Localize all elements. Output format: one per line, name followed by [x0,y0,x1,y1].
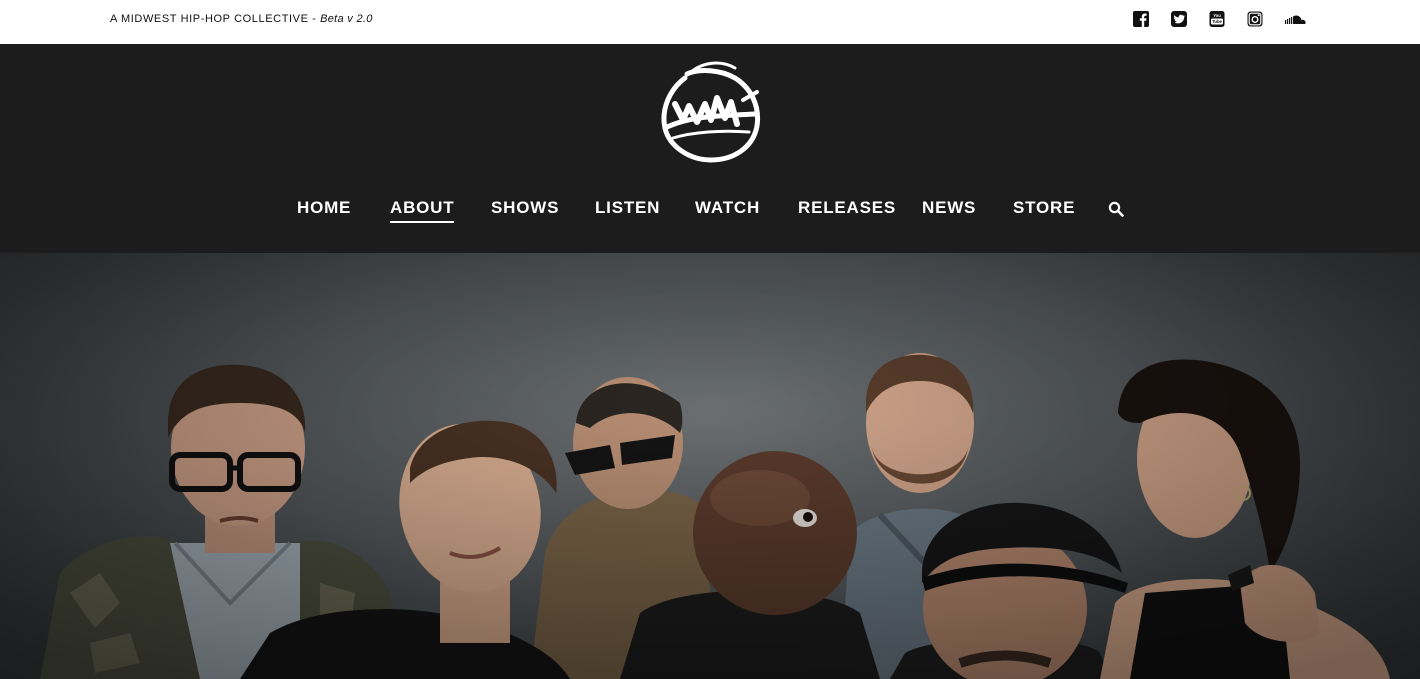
svg-text:You: You [1213,13,1221,18]
main-nav: HOME ABOUT SHOWS LISTEN WATCH RELEASES N… [0,198,1420,228]
instagram-icon[interactable] [1246,10,1264,28]
search-icon[interactable] [1108,201,1124,217]
soundcloud-icon[interactable] [1284,10,1308,28]
nav-store[interactable]: STORE [1013,198,1075,218]
nav-shows[interactable]: SHOWS [491,198,559,218]
svg-text:Tube: Tube [1212,19,1222,24]
hero-group-photo [0,253,1420,679]
nav-releases[interactable]: RELEASES [798,198,896,218]
nav-about[interactable]: ABOUT [390,198,455,223]
site-header: HOME ABOUT SHOWS LISTEN WATCH RELEASES N… [0,44,1420,253]
version-label: Beta v 2.0 [320,13,373,25]
social-links: You Tube [1132,10,1308,28]
twitter-icon[interactable] [1170,10,1188,28]
logo-icon[interactable] [659,58,763,164]
nav-listen[interactable]: LISTEN [595,198,660,218]
nav-home[interactable]: HOME [297,198,351,218]
site-tagline: A MIDWEST HIP-HOP COLLECTIVE - Beta v 2.… [110,12,373,26]
youtube-icon[interactable]: You Tube [1208,10,1226,28]
top-bar: A MIDWEST HIP-HOP COLLECTIVE - Beta v 2.… [0,0,1420,44]
nav-news[interactable]: NEWS [922,198,976,218]
facebook-icon[interactable] [1132,10,1150,28]
nav-watch[interactable]: WATCH [695,198,760,218]
group-photo [0,253,1420,679]
tagline-text: A MIDWEST HIP-HOP COLLECTIVE - [110,13,321,25]
